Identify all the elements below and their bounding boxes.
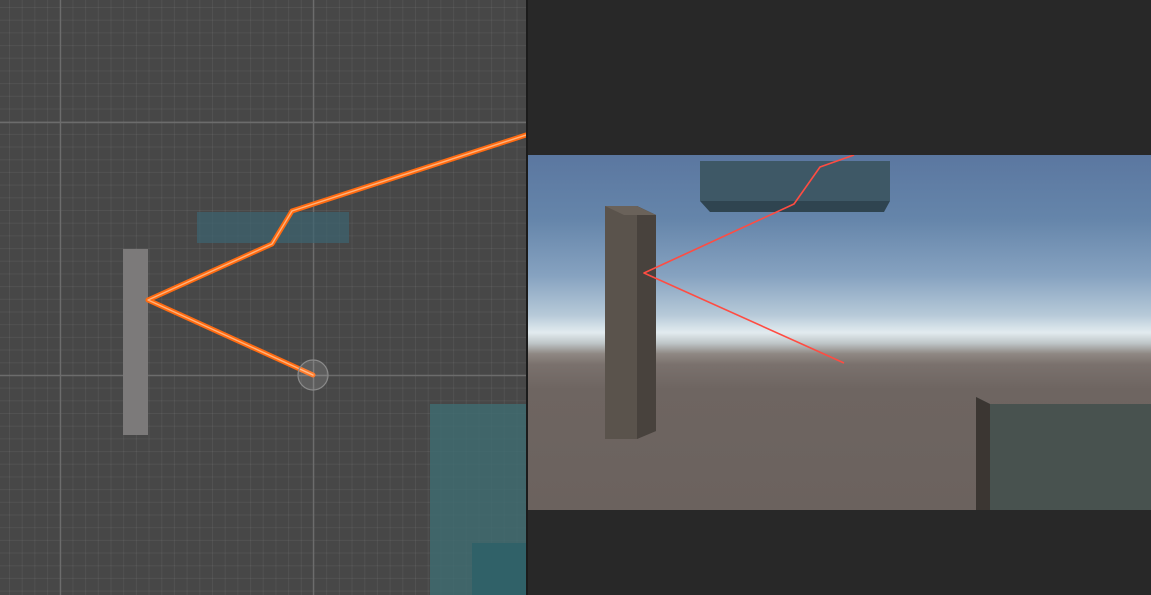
- wall-object[interactable]: [123, 249, 148, 435]
- pillar-side-face: [637, 206, 656, 439]
- game-viewport[interactable]: [528, 155, 1151, 510]
- circle-gizmo-icon[interactable]: [297, 359, 329, 391]
- unity-editor-split: [0, 0, 1151, 595]
- scene-view[interactable]: [0, 0, 526, 595]
- game-view[interactable]: [528, 0, 1151, 595]
- block-side-face: [976, 397, 990, 510]
- block-object: [976, 397, 1151, 510]
- platform-front-face: [700, 161, 890, 201]
- laser-beam: [145, 132, 526, 378]
- laser-beam-core: [147, 134, 526, 376]
- scene-canvas[interactable]: [0, 0, 526, 595]
- game-canvas: [605, 155, 1151, 510]
- obstacle-block-lower[interactable]: [472, 543, 526, 595]
